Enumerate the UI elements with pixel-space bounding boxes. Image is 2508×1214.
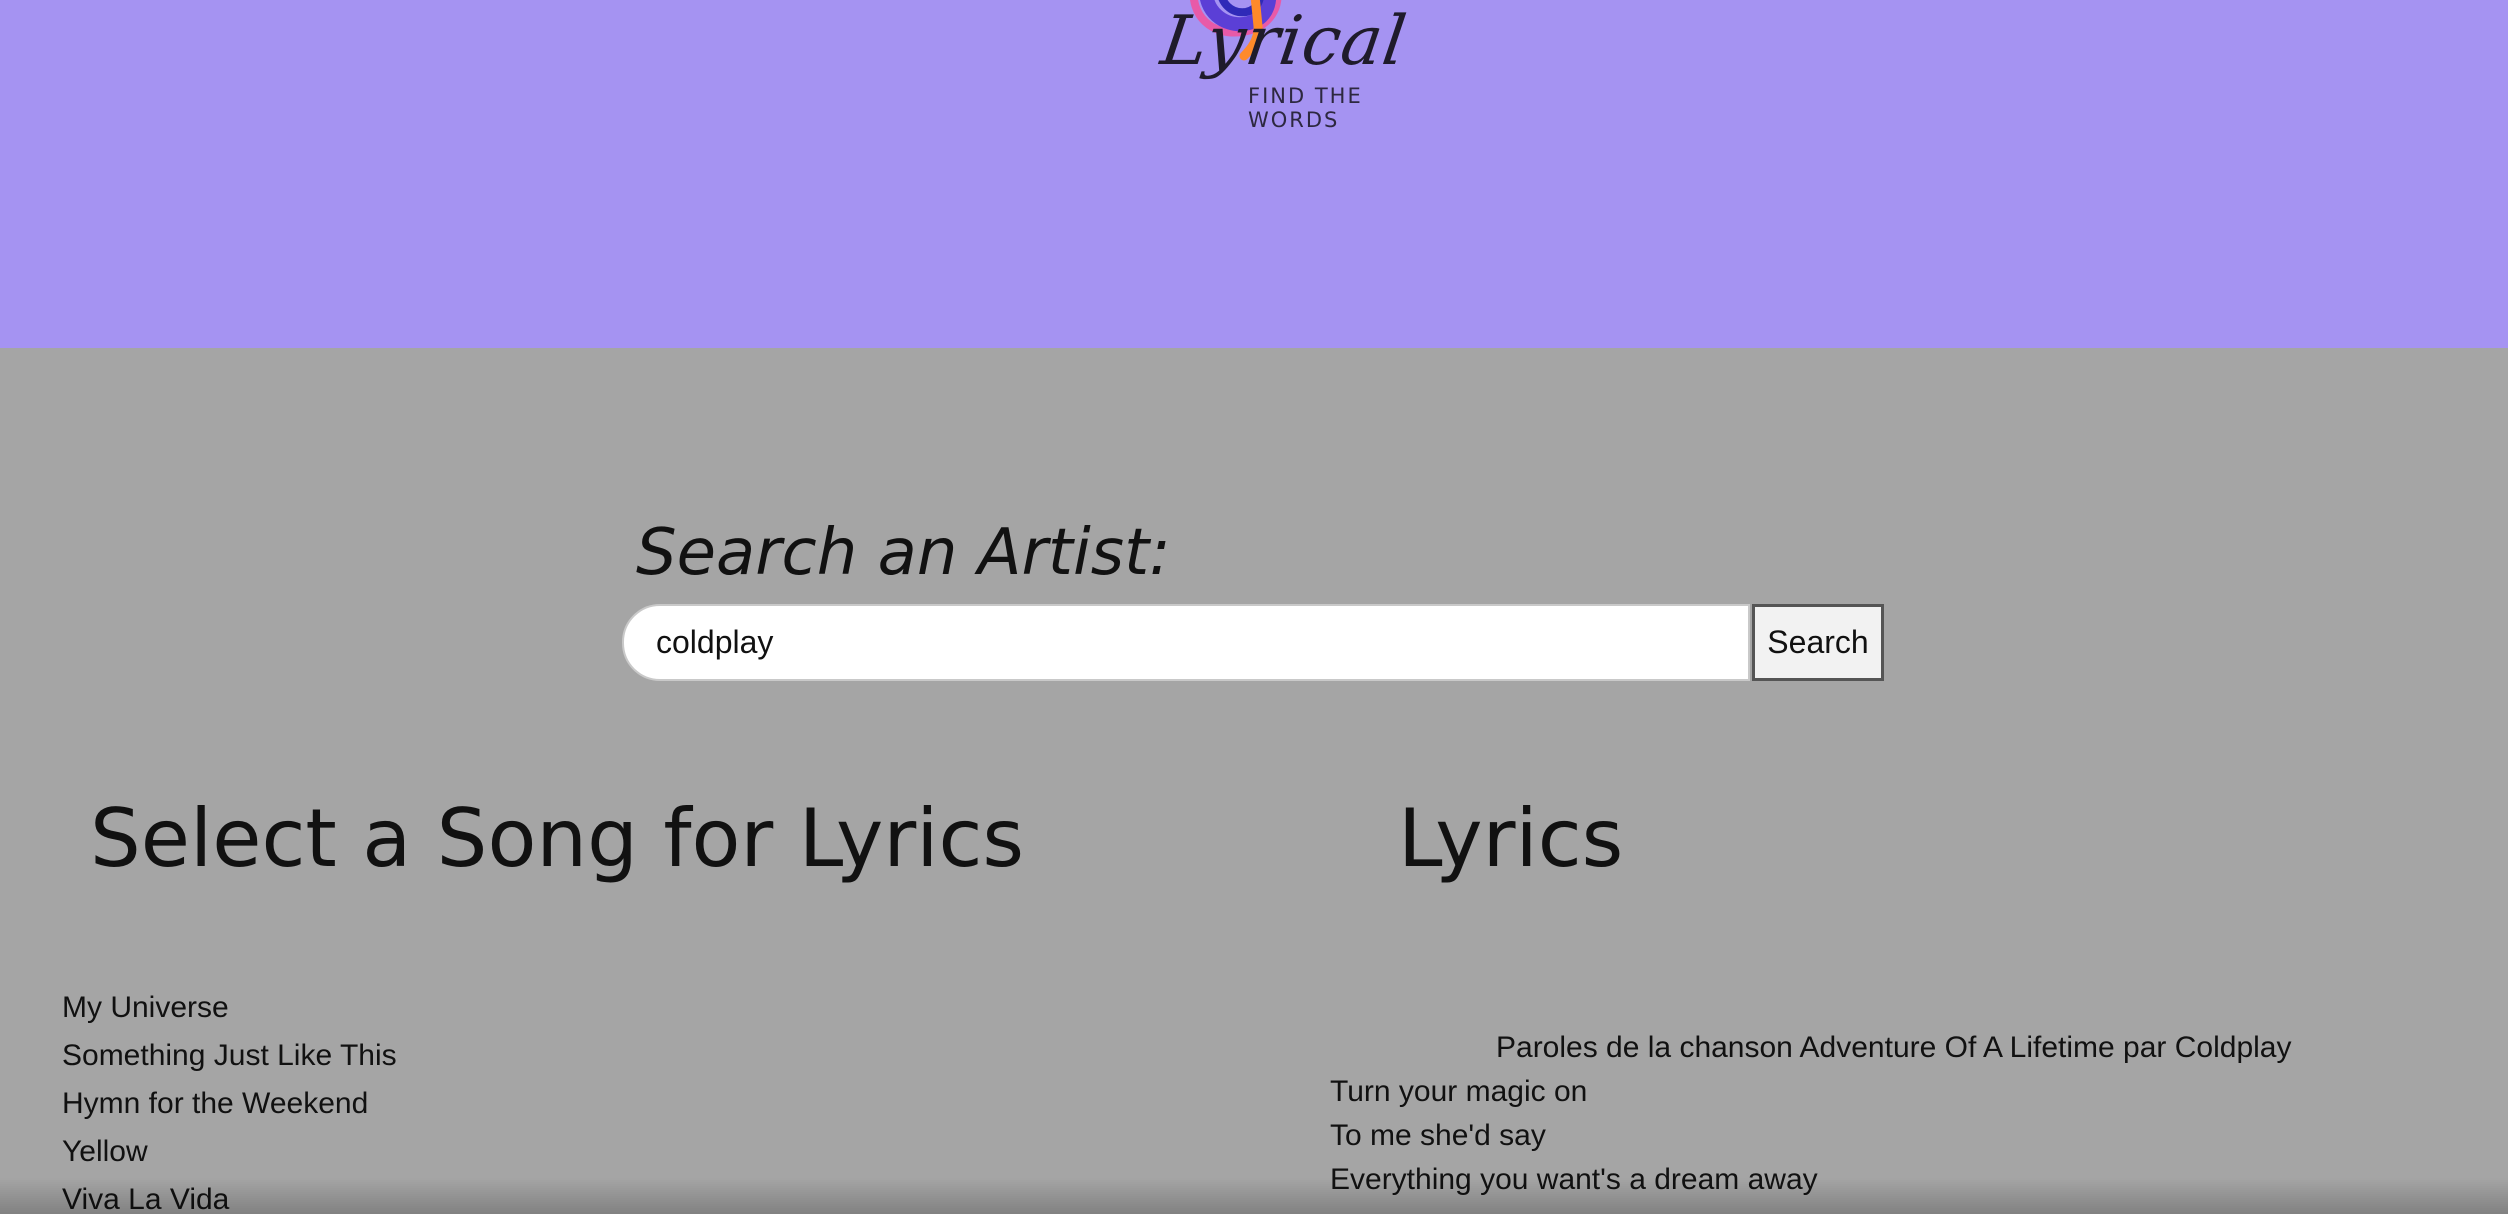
song-item-my-universe[interactable]: My Universe [62, 984, 397, 1032]
song-item-hymn-for-the-weekend[interactable]: Hymn for the Weekend [62, 1080, 397, 1128]
artist-search-form: Search [622, 604, 1884, 681]
artist-search-input[interactable] [622, 604, 1750, 681]
logo-tagline: FIND THE WORDS [1248, 84, 1363, 132]
songs-section-title: Select a Song for Lyrics [90, 792, 1025, 885]
lyrics-line: Turn your magic on [1330, 1075, 1588, 1108]
lyrics-song-header: Paroles de la chanson Adventure Of A Lif… [1496, 1031, 2292, 1064]
lyrics-text: Turn your magic on To me she'd say Every… [1330, 1070, 1818, 1202]
page-header: Lyrical FIND THE WORDS [0, 0, 2508, 348]
song-item-something-just-like-this[interactable]: Something Just Like This [62, 1032, 397, 1080]
song-item-yellow[interactable]: Yellow [62, 1128, 397, 1176]
lyrical-logo[interactable]: Lyrical FIND THE WORDS [1156, 0, 1450, 156]
song-list: My Universe Something Just Like This Hym… [62, 984, 397, 1214]
logo-wordmark: Lyrical [1156, 2, 1412, 81]
song-item-viva-la-vida[interactable]: Viva La Vida [62, 1176, 397, 1214]
search-heading: Search an Artist: [636, 516, 1171, 590]
lyrics-line: Everything you want's a dream away [1330, 1163, 1818, 1196]
lyrics-section-title: Lyrics [1398, 792, 1624, 885]
search-button[interactable]: Search [1752, 604, 1884, 681]
lyrics-line: To me she'd say [1330, 1119, 1546, 1152]
